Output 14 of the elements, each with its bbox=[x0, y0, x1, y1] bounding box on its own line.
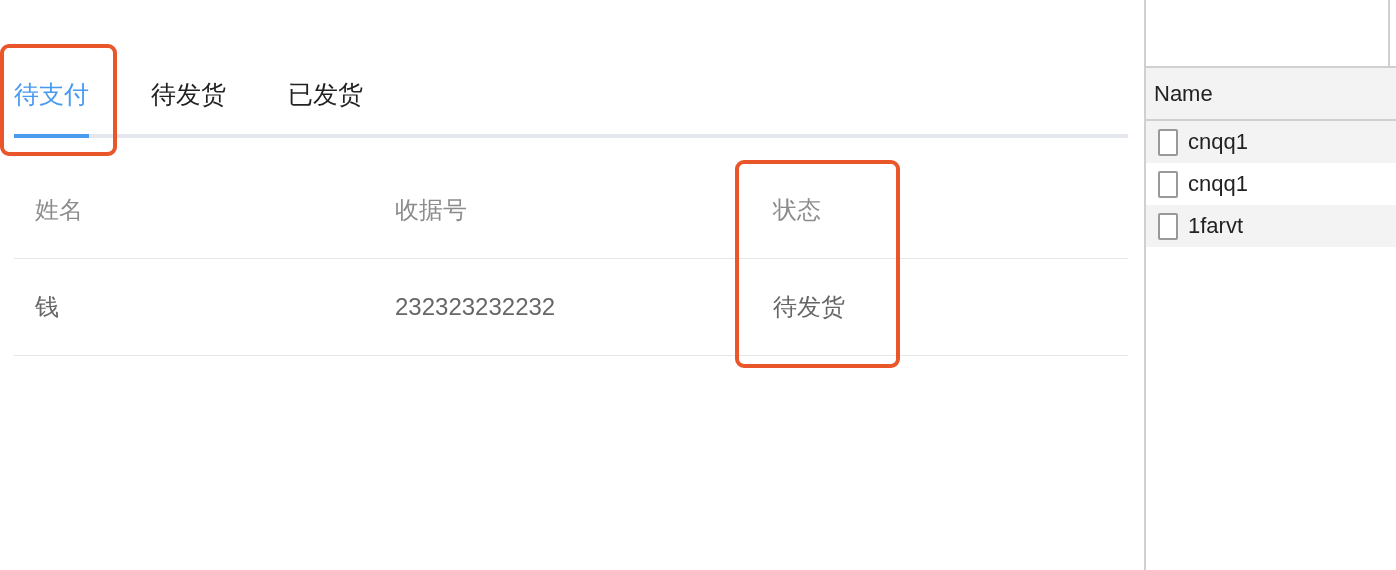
column-header: Name bbox=[1146, 68, 1396, 121]
file-icon bbox=[1158, 212, 1178, 240]
file-icon bbox=[1158, 128, 1178, 156]
file-icon bbox=[1158, 170, 1178, 198]
table-cell: 待发货 bbox=[752, 259, 1128, 356]
request-row[interactable]: 1farvt bbox=[1146, 205, 1396, 247]
request-row[interactable]: cnqq1 bbox=[1146, 121, 1396, 163]
column-header: 收据号 bbox=[374, 162, 752, 259]
table-cell: 钱 bbox=[14, 259, 374, 356]
column-header: 状态 bbox=[752, 162, 1128, 259]
column-header: 姓名 bbox=[14, 162, 374, 259]
table-cell: 232323232232 bbox=[374, 259, 752, 356]
tab[interactable]: 已发货 bbox=[288, 50, 363, 138]
tab[interactable]: 待发货 bbox=[151, 50, 226, 138]
